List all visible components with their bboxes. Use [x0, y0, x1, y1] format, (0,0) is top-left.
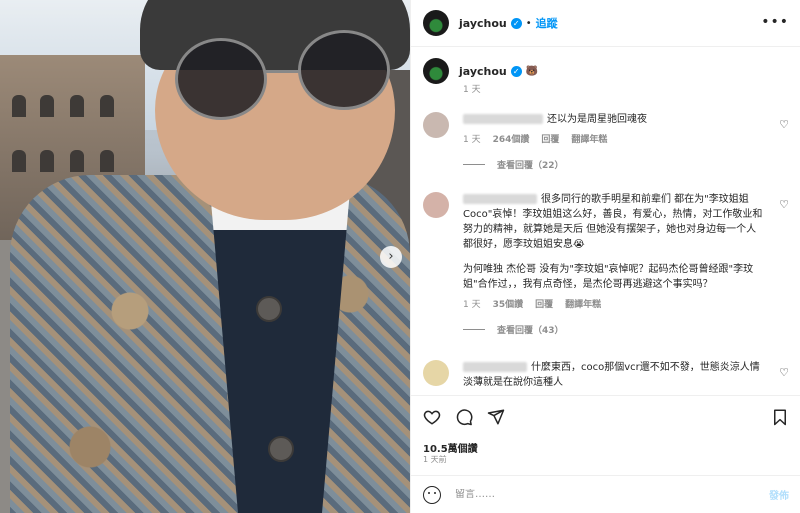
heart-icon[interactable]: [423, 408, 441, 426]
comment-likes[interactable]: 264個讚: [493, 133, 530, 148]
photo-glasses-right: [298, 30, 390, 110]
commenter-name-blurred[interactable]: [463, 362, 527, 372]
photo-glasses-bridge: [265, 70, 300, 73]
avatar[interactable]: [423, 10, 449, 36]
post-photo[interactable]: ›: [0, 0, 410, 513]
add-comment-bar: 發佈: [411, 475, 800, 513]
like-count[interactable]: 10.5萬個讚: [423, 440, 478, 455]
commenter-avatar[interactable]: [423, 360, 449, 386]
comment-item: 什麼東西，coco那個vcr還不如不發，世態炎涼人情淡薄就是在說你這種人 ♡: [423, 360, 789, 390]
comment-likes[interactable]: 35個讚: [493, 298, 524, 313]
view-replies-button[interactable]: 查看回覆（22）: [463, 158, 789, 171]
post-caption: jaychou ✓ 🐻 1 天: [423, 58, 789, 95]
chevron-right-icon: ›: [388, 249, 394, 264]
view-replies-button[interactable]: 查看回覆（43）: [463, 323, 789, 336]
reply-button[interactable]: 回覆: [535, 298, 553, 313]
comment-text-paragraph: 为何唯独 杰伦哥 没有为"李玟姐"哀悼呢？起码杰伦哥曾经跟"李玟姐"合作过，，我…: [463, 264, 754, 290]
commenter-name-blurred[interactable]: [463, 194, 537, 204]
comment-item: 很多同行的歌手明星和前辈们 都在为"李玟姐姐Coco"哀悼！李玟姐姐这么好，善良…: [423, 192, 789, 336]
heart-icon[interactable]: ♡: [779, 198, 789, 211]
heart-icon[interactable]: ♡: [779, 366, 789, 379]
post-actions: 10.5萬個讚 1 天前: [411, 395, 800, 475]
commenter-name-blurred[interactable]: [463, 114, 543, 124]
post-side-panel: jaychou ✓ • 追蹤 ••• jaychou ✓ 🐻 1 天 还以为是周…: [410, 0, 800, 513]
photo-jacket-button: [268, 436, 294, 462]
comment-meta: 1 天 264個讚 回覆 翻譯年糕: [463, 133, 763, 148]
photo-jacket: [10, 175, 410, 513]
post-date: 1 天前: [423, 455, 447, 464]
post-comment-button[interactable]: 發佈: [769, 487, 789, 502]
translate-button[interactable]: 翻譯年糕: [565, 298, 601, 313]
comment-meta: 1 天 35個讚 回覆 翻譯年糕: [463, 298, 763, 313]
translate-button[interactable]: 翻譯年糕: [571, 133, 607, 148]
photo-glasses-left: [175, 38, 267, 120]
header-username[interactable]: jaychou: [459, 17, 507, 30]
post-header: jaychou ✓ • 追蹤 •••: [411, 0, 800, 47]
more-icon[interactable]: •••: [761, 14, 789, 30]
bookmark-icon[interactable]: [771, 408, 789, 426]
verified-icon: ✓: [510, 17, 522, 29]
avatar[interactable]: [423, 58, 449, 84]
caption-time: 1 天: [463, 85, 481, 95]
comment-item: 还以为是周星驰回魂夜 1 天 264個讚 回覆 翻譯年糕 ♡ 查看回覆（22）: [423, 112, 789, 171]
verified-icon: ✓: [510, 65, 522, 77]
photo-jacket-button: [256, 296, 282, 322]
heart-icon[interactable]: ♡: [779, 118, 789, 131]
carousel-next-button[interactable]: ›: [380, 246, 402, 268]
comment-text: 还以为是周星驰回魂夜: [547, 114, 647, 125]
commenter-avatar[interactable]: [423, 112, 449, 138]
emoji-icon[interactable]: [423, 485, 441, 504]
bear-emoji: 🐻: [525, 65, 539, 77]
separator-dot: •: [525, 17, 532, 29]
comment-input[interactable]: [455, 489, 769, 500]
comment-time: 1 天: [463, 300, 481, 310]
follow-button[interactable]: 追蹤: [536, 15, 558, 31]
share-icon[interactable]: [487, 408, 505, 426]
commenter-avatar[interactable]: [423, 192, 449, 218]
reply-button[interactable]: 回覆: [541, 133, 559, 148]
comment-time: 1 天: [463, 135, 481, 145]
comment-icon[interactable]: [455, 408, 473, 426]
caption-username[interactable]: jaychou: [459, 65, 507, 78]
